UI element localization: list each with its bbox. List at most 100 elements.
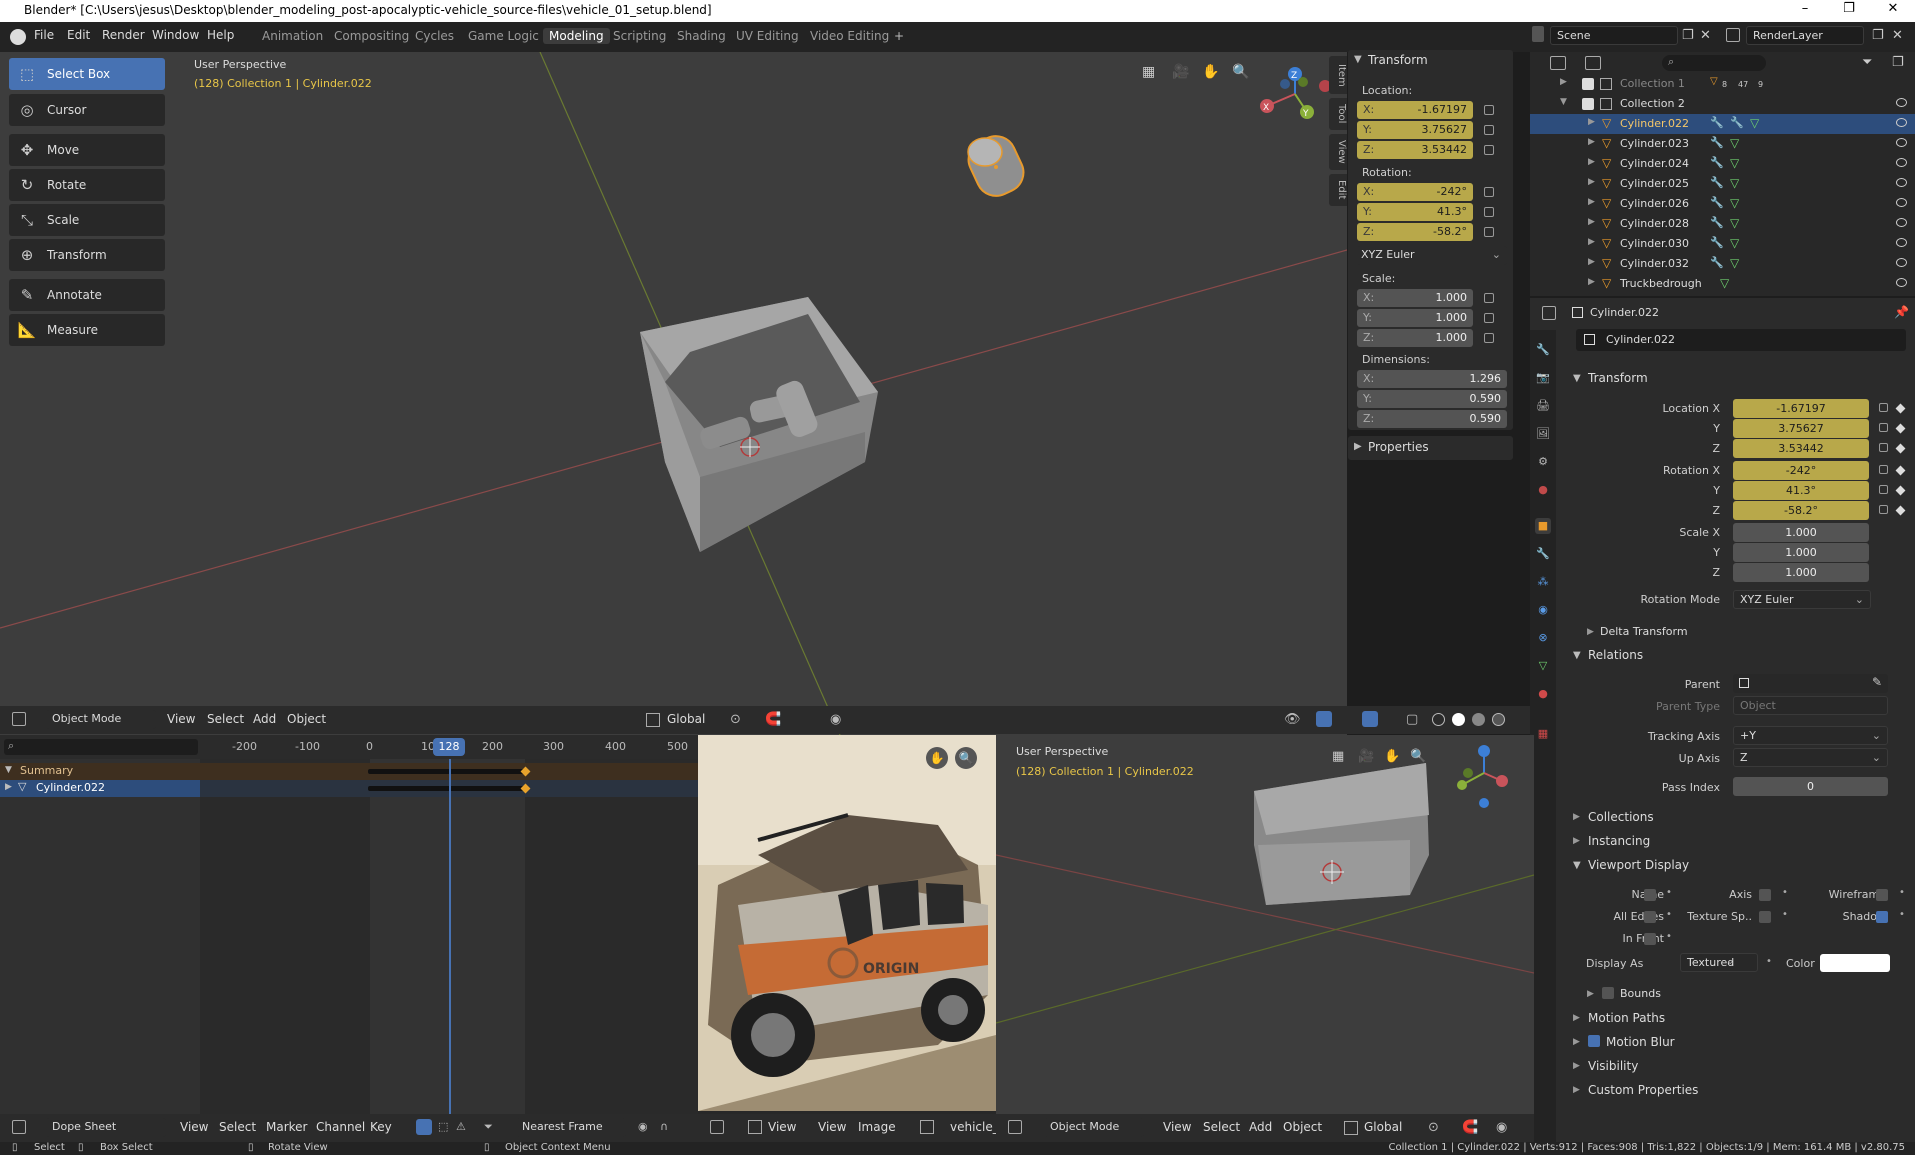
expand-arrow-icon[interactable]: ▶ [1573,1037,1580,1047]
menu-edit[interactable]: Edit [67,28,90,42]
object-mode-dropdown[interactable]: Object Mode [46,710,156,729]
eyedropper-icon[interactable]: ✎ [1872,675,1882,689]
filter-icon[interactable]: ⏷ [484,1120,493,1134]
expand-arrow-icon[interactable]: ▶ [1587,627,1594,637]
only-errors-icon[interactable]: ⚠ [456,1120,466,1133]
close-button[interactable]: ✕ [1875,1,1911,16]
proportional-edit-icon[interactable]: ◉ [830,712,841,727]
timeline-ruler[interactable]: ⌕ -200 -100 0 10 200 300 400 500 128 [0,735,698,759]
pass-index-field[interactable]: 0 [1733,777,1888,796]
custom-properties-section[interactable]: Custom Properties [1588,1083,1698,1097]
location-y-field[interactable]: Y: 3.75627 [1357,121,1473,139]
image-view-icon[interactable] [748,1120,762,1134]
npanel-tab-edit[interactable]: Edit [1329,174,1347,206]
pivot-icon[interactable]: ⊙ [730,712,741,727]
expand-arrow-icon[interactable]: ▶ [1573,1085,1580,1095]
parent-type-dropdown[interactable]: Object [1733,696,1888,715]
menu-help[interactable]: Help [207,28,234,42]
npanel-tab-view[interactable]: View [1329,134,1347,170]
transform-section-title[interactable]: Transform [1588,371,1648,385]
lock-icon[interactable] [1879,423,1888,432]
expand-arrow-icon[interactable]: ▶ [1587,989,1594,999]
vd-in-front-checkbox[interactable] [1644,933,1656,945]
dopesheet-menu-channel[interactable]: Channel [316,1120,365,1134]
expand-arrow-icon[interactable]: ▶ [1573,1013,1580,1023]
prop-scale-y-field[interactable]: 1.000 [1733,543,1869,562]
viewport-menu-add[interactable]: Add [253,712,276,726]
renderlayer-selector[interactable]: RenderLayer [1746,26,1864,45]
snap-icon[interactable]: 🧲 [1462,1120,1478,1135]
npanel-tab-item[interactable]: Item [1329,56,1347,94]
collapse-arrow-icon[interactable]: ▼ [1573,650,1581,661]
navigation-gizmo[interactable]: Z X Y [1255,64,1335,144]
expand-arrow-icon[interactable]: ▶ [1588,217,1595,227]
expand-arrow-icon[interactable]: ▶ [1588,117,1595,127]
lock-icon[interactable] [1484,105,1494,115]
editor-type-icon[interactable] [12,1120,26,1134]
display-as-dropdown[interactable]: Textured [1680,953,1758,972]
motion-blur-section[interactable]: Motion Blur [1606,1035,1675,1049]
xray-icon[interactable]: ▢ [1406,712,1418,727]
outliner-row-cylinder-025[interactable]: ▶ ▽ Cylinder.025 🔧 ▽ [1530,174,1915,194]
add-workspace-button[interactable]: + [888,28,910,44]
new-collection-icon[interactable]: ❐ [1892,55,1904,70]
lock-icon[interactable] [1484,313,1494,323]
falloff-icon[interactable]: ∩ [660,1120,668,1133]
outliner-row-cylinder-022[interactable]: ▶ ▽ Cylinder.022 🔧 🔧 ▽ [1530,114,1915,134]
workspace-tab-cycles[interactable]: Cycles [409,28,460,44]
viewport2-orientation-dropdown[interactable]: Global [1364,1120,1402,1134]
image-editor-view-dropdown[interactable]: View [768,1120,796,1134]
prop-rotation-z-field[interactable]: -58.2° [1733,501,1869,520]
overlay-toggle-icon[interactable] [1362,711,1378,727]
pin-icon[interactable]: 📌 [1894,305,1909,319]
view-layer-tab-icon[interactable]: 🖼 [1535,426,1551,442]
render-tab-icon[interactable]: 📷 [1535,370,1551,386]
eye-icon[interactable] [1896,238,1907,247]
dimensions-z-field[interactable]: Z: 0.590 [1357,410,1507,428]
bounds-checkbox[interactable] [1602,987,1614,999]
workspace-tab-animation[interactable]: Animation [256,28,329,44]
dimensions-y-field[interactable]: Y: 0.590 [1357,390,1507,408]
main-3d-viewport[interactable]: ⬚ Select Box ◎ Cursor ✥ Move ↻ Rotate ⤡ Scale… [0,52,1347,735]
snap-mode-dropdown[interactable]: Nearest Frame [516,1118,626,1137]
camera-view-icon[interactable]: 🎥 [1358,749,1374,764]
eye-icon[interactable] [1896,98,1907,107]
new-renderlayer-icon[interactable]: ❐ [1872,28,1884,43]
outliner-search-input[interactable]: ⌕ [1662,55,1766,71]
solid-shading-icon[interactable] [1452,713,1465,726]
vd-shadow-checkbox[interactable] [1876,911,1888,923]
expand-arrow-icon[interactable]: ▶ [1573,1061,1580,1071]
editor-type-icon[interactable] [1008,1120,1022,1134]
scene-tab-icon[interactable]: ⚙ [1535,454,1551,470]
vd-all-edges-checkbox[interactable] [1644,911,1656,923]
menu-window[interactable]: Window [152,28,199,42]
prop-location-z-field[interactable]: 3.53442 [1733,439,1869,458]
outliner-row-cylinder-023[interactable]: ▶ ▽ Cylinder.023 🔧 ▽ [1530,134,1915,154]
outliner-row-truckbedrough[interactable]: ▶ ▽ Truckbedrough ▽ [1530,274,1915,294]
vd-name-checkbox[interactable] [1644,889,1656,901]
expand-arrow-icon[interactable]: ▶ [1588,257,1595,267]
prop-rotation-y-field[interactable]: 41.3° [1733,481,1869,500]
particles-tab-icon[interactable]: ⁂ [1535,574,1551,590]
outliner-row-collection-2[interactable]: ▼ Collection 2 [1530,94,1915,114]
outliner-row-collection-1[interactable]: ▶ Collection 1 ▽ 8 47 9 [1530,74,1915,94]
gizmo-toggle-icon[interactable] [1316,711,1332,727]
filter-icon[interactable]: ⏷ [1862,55,1872,70]
viewport2-menu-view[interactable]: View [1163,1120,1191,1134]
tool-select-box[interactable]: ⬚ Select Box [9,58,165,90]
blender-logo-icon[interactable] [10,29,26,45]
viewport2-menu-add[interactable]: Add [1249,1120,1272,1134]
image-editor[interactable]: ORIGIN ✋ 🔍 View View Image vehicle_ [698,735,996,1142]
lock-icon[interactable] [1484,227,1494,237]
collapse-arrow-icon[interactable]: ▼ [1573,860,1581,871]
viewport-display-section[interactable]: Viewport Display [1588,858,1689,872]
dopesheet-menu-select[interactable]: Select [219,1120,256,1134]
lock-icon[interactable] [1484,333,1494,343]
tool-move[interactable]: ✥ Move [9,134,165,166]
grid-toggle-icon[interactable]: ▦ [1332,749,1344,764]
rotation-y-field[interactable]: Y: 41.3° [1357,203,1473,221]
dopesheet-menu-view[interactable]: View [180,1120,208,1134]
prop-location-y-field[interactable]: 3.75627 [1733,419,1869,438]
up-axis-dropdown[interactable]: Z ⌄ [1733,748,1888,767]
playhead-line[interactable] [449,759,451,1142]
